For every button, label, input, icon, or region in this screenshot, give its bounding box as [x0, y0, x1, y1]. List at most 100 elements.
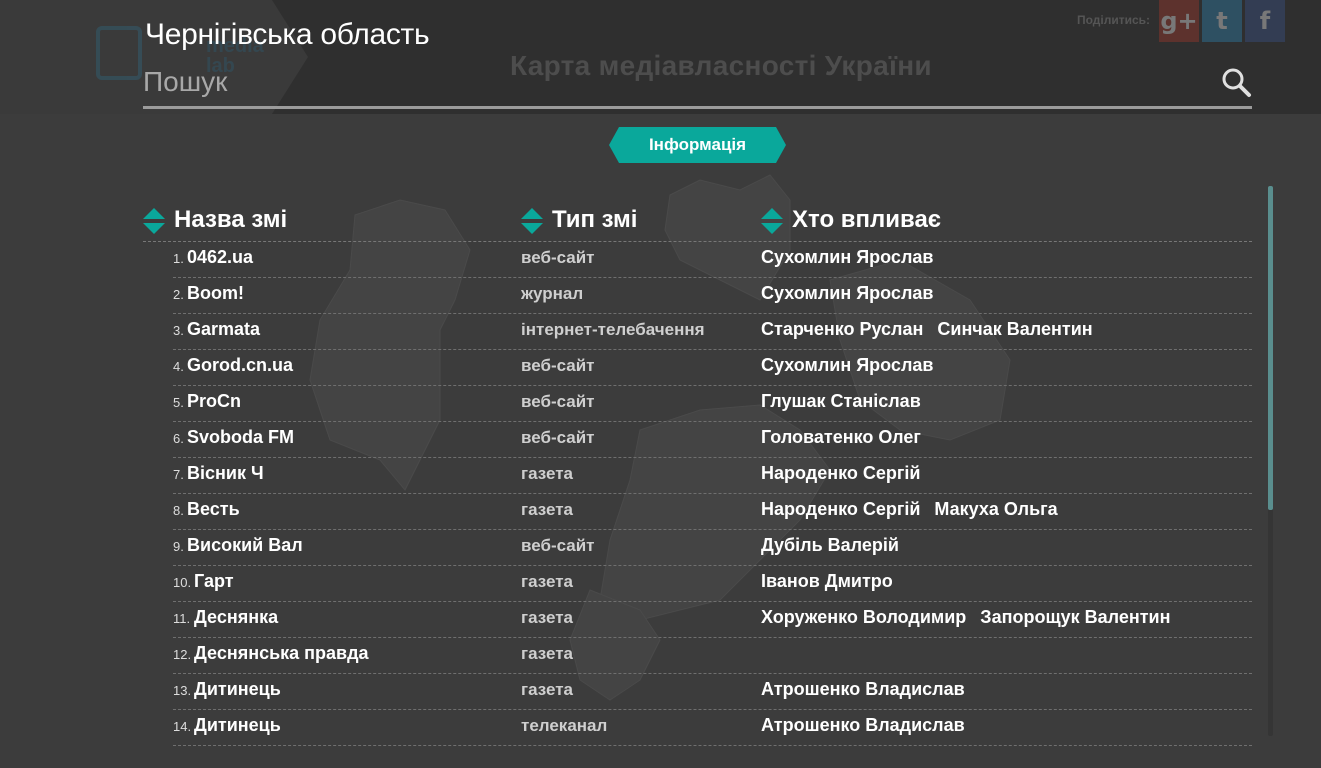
scrollbar-thumb[interactable]: [1268, 186, 1273, 510]
table-row[interactable]: 1. 0462.ua веб-сайт Сухомлин Ярослав: [173, 242, 1252, 278]
media-name-link[interactable]: Деснянська правда: [194, 643, 369, 664]
media-name-link[interactable]: Весть: [187, 499, 240, 520]
influencer-link[interactable]: Сухомлин Ярослав: [761, 247, 933, 267]
influencer-link[interactable]: Народенко Сергій: [761, 463, 920, 483]
influencer-link[interactable]: Макуха Ольга: [934, 499, 1057, 519]
media-type: веб-сайт: [521, 248, 595, 267]
row-number: 11.: [173, 611, 191, 626]
influencer-link[interactable]: Дубіль Валерій: [761, 535, 899, 555]
google-plus-share-button[interactable]: g+: [1159, 0, 1199, 42]
media-type: телеканал: [521, 716, 608, 735]
facebook-share-button[interactable]: f: [1245, 0, 1285, 42]
table-row[interactable]: 12. Деснянська правда газета: [173, 638, 1252, 674]
media-name-link[interactable]: 0462.ua: [187, 247, 253, 268]
column-header-label: Тип змі: [552, 206, 638, 233]
influencer-link[interactable]: Іванов Дмитро: [761, 571, 893, 591]
influencers-cell: Головатенко Олег: [761, 427, 935, 448]
search-bar: [143, 62, 1252, 109]
influencers-cell: Атрошенко Владислав: [761, 679, 979, 700]
media-type: журнал: [521, 284, 584, 303]
row-number: 9.: [173, 539, 184, 554]
media-name-link[interactable]: Дитинець: [194, 715, 281, 736]
media-name-link[interactable]: Svoboda FM: [187, 427, 294, 448]
table-row[interactable]: 13. Дитинець газета Атрошенко Владислав: [173, 674, 1252, 710]
media-type: веб-сайт: [521, 428, 595, 447]
influencer-link[interactable]: Атрошенко Владислав: [761, 679, 965, 699]
media-type: газета: [521, 464, 573, 483]
share-label: Поділитись:: [1077, 13, 1151, 27]
table-row[interactable]: 9. Високий Вал веб-сайт Дубіль Валерій: [173, 530, 1252, 566]
media-type: газета: [521, 572, 573, 591]
column-header-label: Назва змі: [174, 206, 288, 233]
sort-icon[interactable]: [143, 208, 165, 234]
influencer-link[interactable]: Головатенко Олег: [761, 427, 921, 447]
table-row[interactable]: 8. Весть газета Народенко Сергій Макуха Ольг…: [173, 494, 1252, 530]
media-name-link[interactable]: Вісник Ч: [187, 463, 264, 484]
table-row[interactable]: 11. Деснянка газета Хоруженко Володимир Запо…: [173, 602, 1252, 638]
media-name-link[interactable]: Дитинець: [194, 679, 281, 700]
influencers-cell: Народенко Сергій Макуха Ольга: [761, 499, 1072, 520]
row-number: 12.: [173, 647, 192, 662]
media-name-link[interactable]: Високий Вал: [187, 535, 303, 556]
influencers-cell: Глушак Станіслав: [761, 391, 935, 412]
row-number: 6.: [173, 431, 184, 446]
influencer-link[interactable]: Атрошенко Владислав: [761, 715, 965, 735]
influencer-link[interactable]: Синчак Валентин: [937, 319, 1092, 339]
table-row[interactable]: 6. Svoboda FM веб-сайт Головатенко Олег: [173, 422, 1252, 458]
influencer-link[interactable]: Запорощук Валентин: [980, 607, 1170, 627]
influencer-link[interactable]: Сухомлин Ярослав: [761, 283, 933, 303]
info-tab-button[interactable]: Інформація: [609, 127, 786, 163]
table-body: 1. 0462.ua веб-сайт Сухомлин Ярослав 2. Boom!…: [143, 242, 1252, 746]
media-type: газета: [521, 608, 573, 627]
row-number: 14.: [173, 719, 192, 734]
table-row[interactable]: 3. Garmata інтернет-телебачення Старченко Р…: [173, 314, 1252, 350]
row-number: 13.: [173, 683, 192, 698]
row-number: 8.: [173, 503, 184, 518]
sort-icon[interactable]: [521, 208, 543, 234]
table-row[interactable]: 7. Вісник Ч газета Народенко Сергій: [173, 458, 1252, 494]
media-type: газета: [521, 644, 573, 663]
sort-icon[interactable]: [761, 208, 783, 234]
scrollbar-track[interactable]: [1268, 186, 1273, 736]
influencers-cell: Сухомлин Ярослав: [761, 355, 947, 376]
influencers-cell: Сухомлин Ярослав: [761, 247, 947, 268]
influencers-cell: Іванов Дмитро: [761, 571, 907, 592]
influencer-link[interactable]: Сухомлин Ярослав: [761, 355, 933, 375]
media-type: інтернет-телебачення: [521, 320, 705, 339]
region-title: Чернігівська область: [145, 18, 430, 51]
row-number: 1.: [173, 251, 184, 266]
table-row[interactable]: 2. Boom! журнал Сухомлин Ярослав: [173, 278, 1252, 314]
influencer-link[interactable]: Хоруженко Володимир: [761, 607, 966, 627]
influencer-link[interactable]: Народенко Сергій: [761, 499, 920, 519]
influencer-link[interactable]: Старченко Руслан: [761, 319, 923, 339]
table-row[interactable]: 10. Гарт газета Іванов Дмитро: [173, 566, 1252, 602]
twitter-share-button[interactable]: t: [1202, 0, 1242, 42]
search-input[interactable]: [143, 62, 1203, 102]
influencers-cell: Дубіль Валерій: [761, 535, 913, 556]
row-number: 4.: [173, 359, 184, 374]
influencers-cell: Сухомлин Ярослав: [761, 283, 947, 304]
info-tab-label: Інформація: [648, 135, 747, 154]
media-type: газета: [521, 680, 573, 699]
media-name-link[interactable]: Гарт: [194, 571, 234, 592]
column-header-label: Хто впливає: [792, 206, 942, 233]
row-number: 2.: [173, 287, 184, 302]
media-name-link[interactable]: Gorod.cn.ua: [187, 355, 293, 376]
media-name-link[interactable]: ProCn: [187, 391, 241, 412]
media-name-link[interactable]: Boom!: [187, 283, 244, 304]
influencer-link[interactable]: Глушак Станіслав: [761, 391, 921, 411]
search-icon[interactable]: [1220, 66, 1252, 98]
table-row[interactable]: 5. ProCn веб-сайт Глушак Станіслав: [173, 386, 1252, 422]
row-number: 5.: [173, 395, 184, 410]
media-name-link[interactable]: Garmata: [187, 319, 260, 340]
table-header: Назва змі Тип змі Хто впливає: [143, 200, 1252, 242]
influencers-cell: Народенко Сергій: [761, 463, 934, 484]
media-name-link[interactable]: Деснянка: [194, 607, 278, 628]
table-row[interactable]: 14. Дитинець телеканал Атрошенко Владислав: [173, 710, 1252, 746]
media-type: веб-сайт: [521, 356, 595, 375]
influencers-cell: Хоруженко Володимир Запорощук Валентин: [761, 607, 1185, 628]
table-row[interactable]: 4. Gorod.cn.ua веб-сайт Сухомлин Ярослав: [173, 350, 1252, 386]
row-number: 3.: [173, 323, 184, 338]
logo-mark-icon: [96, 26, 142, 80]
media-type: веб-сайт: [521, 392, 595, 411]
